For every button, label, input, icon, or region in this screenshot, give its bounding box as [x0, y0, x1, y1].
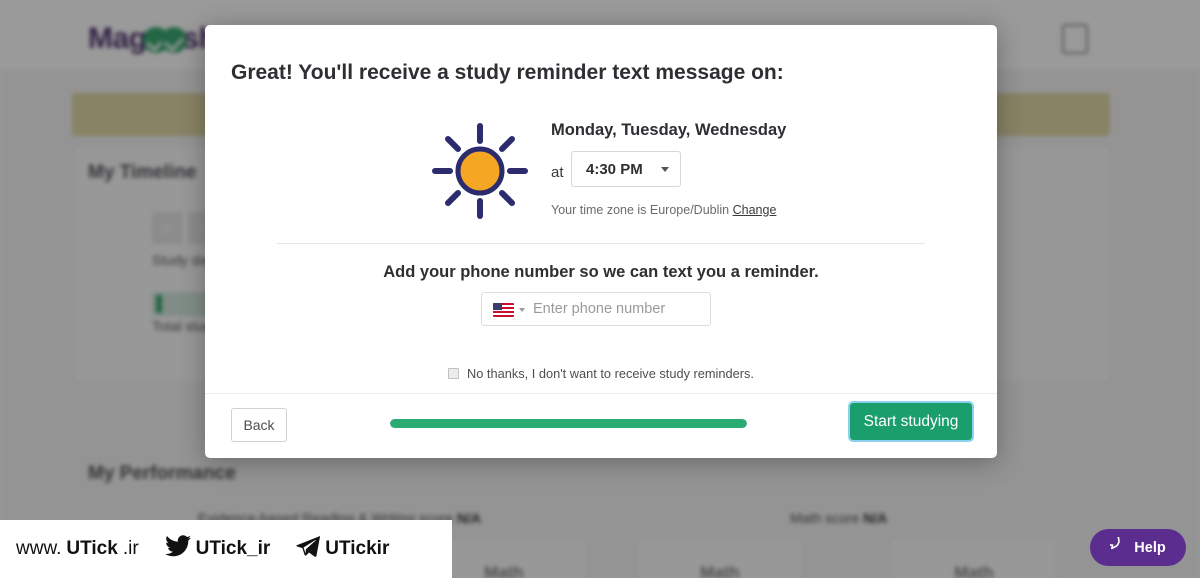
watermark-site-mid: UTick: [66, 538, 118, 559]
back-button[interactable]: Back: [231, 408, 287, 442]
twitter-bird-icon: [164, 535, 191, 563]
time-select-value: 4:30 PM: [586, 161, 643, 178]
watermark-twitter: UTick_ir: [164, 535, 271, 563]
help-widget-label: Help: [1134, 539, 1166, 556]
optout-checkbox[interactable]: [448, 368, 460, 379]
phone-input-wrapper[interactable]: Enter phone number: [481, 292, 711, 326]
time-select[interactable]: 4:30 PM: [571, 151, 681, 187]
phone-prompt: Add your phone number so we can text you…: [383, 263, 819, 281]
at-label: at: [551, 164, 564, 181]
optout-row[interactable]: No thanks, I don't want to receive study…: [205, 366, 997, 381]
chat-bubble-icon: [1104, 531, 1127, 558]
chevron-down-icon: [661, 167, 669, 172]
progress-bar-fill: [390, 419, 747, 428]
timezone-line: Your time zone is Europe/Dublin Change: [551, 203, 776, 217]
watermark-twitter-handle: UTick_ir: [195, 538, 271, 559]
watermark-site-pre: www.: [16, 538, 62, 559]
modal-title: Great! You'll receive a study reminder t…: [231, 61, 784, 84]
watermark-telegram: UTickir: [296, 535, 389, 563]
sun-icon: [431, 122, 529, 220]
watermark-telegram-handle: UTickir: [325, 538, 390, 559]
watermark-site-post: .ir: [122, 538, 139, 559]
watermark-site: www. UTick .ir: [16, 538, 139, 560]
start-studying-button[interactable]: Start studying: [848, 401, 974, 442]
timezone-text: Your time zone is Europe/Dublin: [551, 203, 730, 217]
progress-bar: [390, 419, 747, 428]
screen: Magsh My Timeline M T W T F Study days T…: [0, 0, 1200, 578]
phone-input-placeholder: Enter phone number: [533, 301, 666, 317]
us-flag-icon[interactable]: [493, 303, 514, 317]
modal-divider: [277, 243, 925, 244]
study-reminder-modal: Great! You'll receive a study reminder t…: [205, 25, 997, 458]
timezone-change-link[interactable]: Change: [733, 203, 777, 217]
modal-footer: Back Start studying: [205, 393, 997, 458]
country-chevron-down-icon[interactable]: [519, 308, 525, 312]
optout-label: No thanks, I don't want to receive study…: [467, 366, 754, 381]
help-widget[interactable]: Help: [1090, 529, 1186, 566]
telegram-plane-icon: [296, 535, 321, 563]
watermark-bar: www. UTick .ir UTick_ir UTickir: [0, 520, 452, 578]
schedule-days: Monday, Tuesday, Wednesday: [551, 121, 787, 139]
